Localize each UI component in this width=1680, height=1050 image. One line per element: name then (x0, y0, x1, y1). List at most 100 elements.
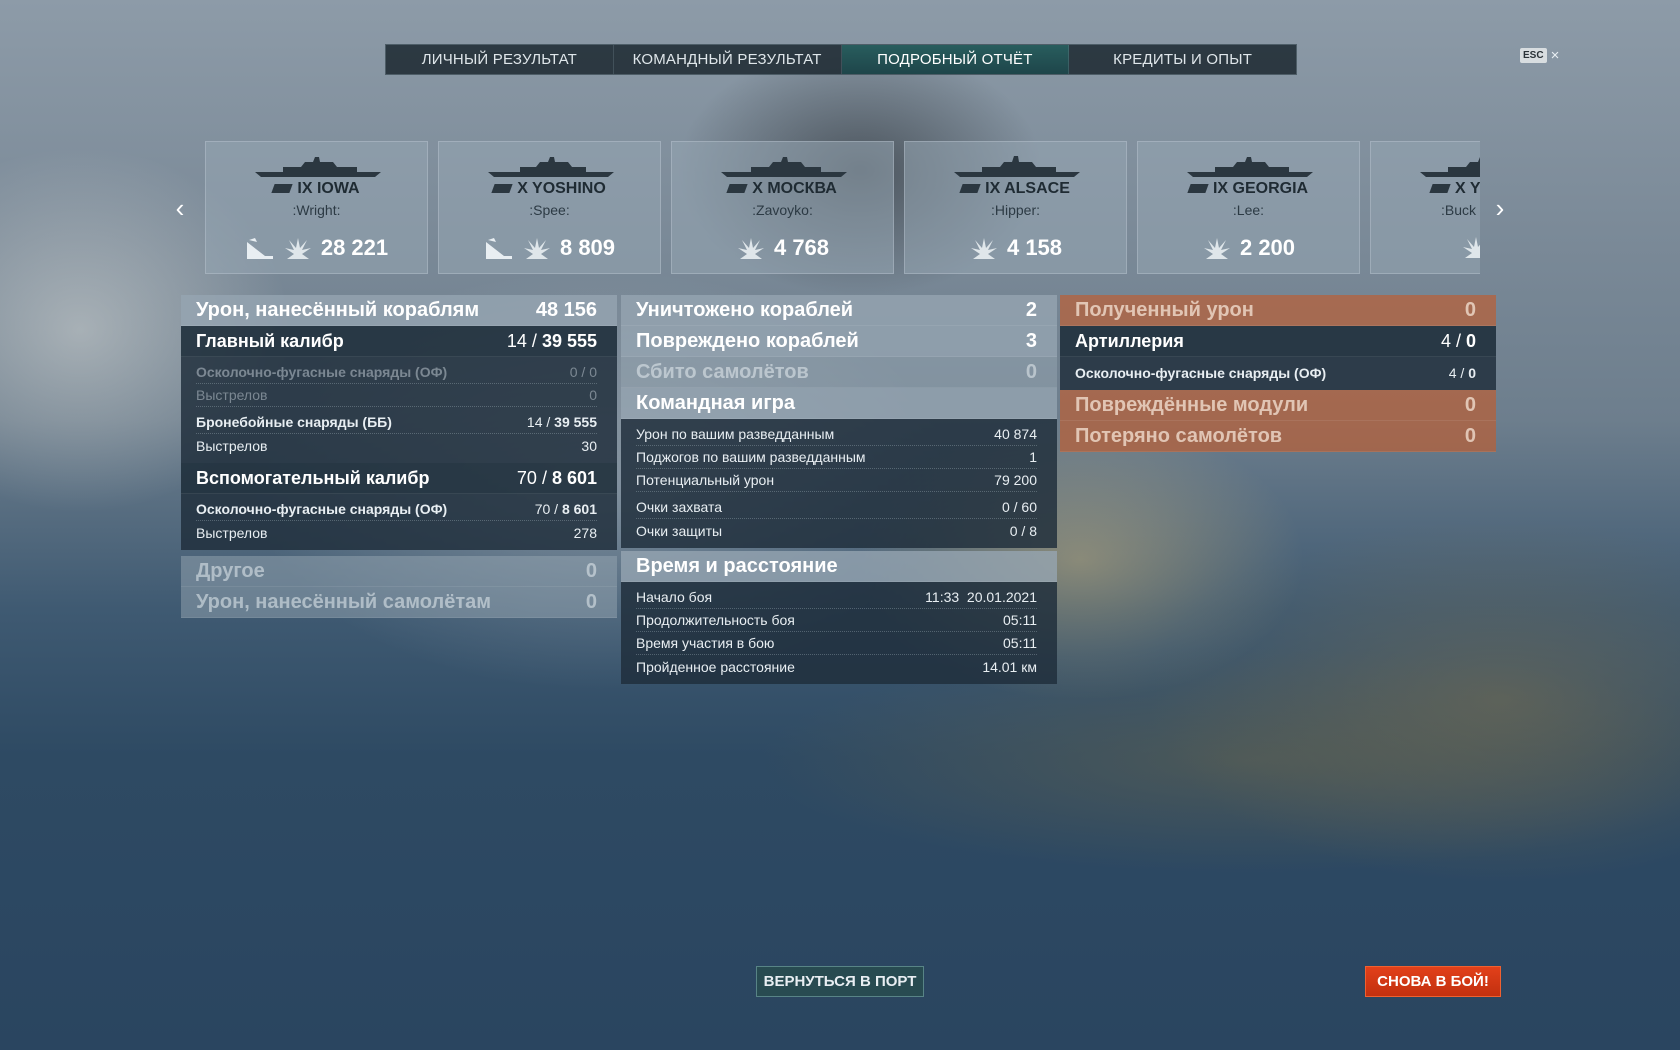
damage-icon (1463, 237, 1480, 258)
battleship-class-icon (959, 184, 981, 194)
secondary-battery-value: 70 / 8 601 (516, 467, 597, 488)
planes-shot-down-row: Сбито самолётов 0 (621, 357, 1057, 388)
ships-destroyed-row: Уничтожено кораблей 2 (621, 295, 1057, 326)
he-shots-row: Выстрелов 0 (196, 384, 597, 407)
damage-to-ships-value: 48 156 (535, 298, 597, 321)
close-button[interactable]: ESC × (1520, 47, 1559, 64)
ap-shots-row: Выстрелов 30 (196, 437, 597, 454)
secondary-battery-details: Осколочно-фугасные снаряды (ОФ) 70 / 8 60… (181, 494, 617, 550)
planes-lost-row: Потеряно самолётов 0 (1060, 421, 1496, 452)
ship-stats: 4 768 (672, 235, 893, 261)
chevron-left-icon: ‹ (175, 192, 185, 223)
battleship-class-icon (1187, 184, 1209, 194)
ship-card[interactable]: IX GEORGIA :Lee: 2 200 (1137, 141, 1360, 274)
ship-player-name: :Wright: (292, 202, 341, 218)
secondary-shots-row: Выстрелов 278 (196, 524, 597, 541)
ship-silhouette-icon (954, 156, 1080, 177)
main-battery-label: Главный калибр (196, 330, 344, 351)
damage-to-ships-label: Урон, нанесённый кораблям (196, 298, 480, 321)
damage-icon (523, 238, 550, 259)
main-battery-value: 14 / 39 555 (506, 330, 597, 351)
damage-icon (970, 238, 997, 259)
ship-damage-value: 4 158 (1006, 235, 1063, 260)
ship-player-name: :Zavoyko: (752, 202, 813, 218)
carousel-next-button[interactable]: › (1488, 193, 1512, 223)
secondary-battery-row: Вспомогательный калибр 70 / 8 601 (181, 463, 617, 494)
ship-silhouette-icon (1187, 157, 1313, 177)
result-tabs: ЛИЧНЫЙ РЕЗУЛЬТАТ КОМАНДНЫЙ РЕЗУЛЬТАТ ПОД… (385, 44, 1297, 75)
damage-dealt-panel: Урон, нанесённый кораблям 48 156 Главный… (181, 295, 617, 618)
ship-stats: 28 221 (206, 235, 427, 261)
damage-received-panel: Полученный урон 0 Артиллерия 4 / 0 Осколо… (1060, 295, 1496, 452)
he-shells-row: Осколочно-фугасные снаряды (ОФ) 0 / 0 (196, 361, 597, 384)
ship-name: X YOSHINO (439, 180, 660, 198)
ship-silhouette-icon (255, 157, 381, 177)
capture-points-row: Очки захвата 0 / 60 (636, 496, 1037, 519)
cruiser-class-icon (491, 184, 513, 194)
artillery-he-row: Осколочно-фугасные снаряды (ОФ) 4 / 0 (1075, 364, 1476, 381)
damage-to-planes-row: Урон, нанесённый самолётам 0 (181, 587, 617, 618)
ship-damage-value: 2 200 (1239, 235, 1296, 260)
ship-name: X Y (1371, 180, 1480, 198)
damage-icon (1203, 238, 1230, 259)
ship-player-name: :Hipper: (990, 202, 1041, 218)
battle-start-row: Начало боя 11:33 20.01.2021 (636, 586, 1037, 609)
tab-team-result[interactable]: КОМАНДНЫЙ РЕЗУЛЬТАТ (614, 45, 842, 74)
ship-name: IX GEORGIA (1138, 180, 1359, 198)
time-distance-details: Начало боя 11:33 20.01.2021 Продолжительн… (621, 582, 1057, 684)
participation-time-row: Время участия в бою 05:11 (636, 632, 1037, 655)
tab-credits-xp[interactable]: КРЕДИТЫ И ОПЫТ (1069, 45, 1296, 74)
ship-card[interactable]: IX IOWA :Wright: 28 221 (205, 141, 428, 274)
spotting-damage-row: Урон по вашим разведданным 40 874 (636, 423, 1037, 446)
ship-stats (1371, 235, 1480, 259)
ship-silhouette-icon (1420, 157, 1480, 177)
close-icon: × (1550, 47, 1560, 64)
artillery-row: Артиллерия 4 / 0 (1060, 326, 1496, 357)
ship-card[interactable]: X МОСКВА :Zavoyko: 4 768 (671, 141, 894, 274)
damaged-modules-row: Повреждённые модули 0 (1060, 390, 1496, 421)
esc-key-label: ESC (1520, 48, 1547, 63)
team-play-header: Командная игра (621, 388, 1057, 419)
damage-to-ships-row: Урон, нанесённый кораблям 48 156 (181, 295, 617, 326)
carousel-prev-button[interactable]: ‹ (168, 193, 192, 223)
main-battery-row: Главный калибр 14 / 39 555 (181, 326, 617, 357)
secondary-he-row: Осколочно-фугасные снаряды (ОФ) 70 / 8 60… (196, 498, 597, 521)
ap-shells-row: Бронебойные снаряды (ББ) 14 / 39 555 (196, 411, 597, 434)
other-damage-row: Другое 0 (181, 556, 617, 587)
battleship-class-icon (1429, 184, 1451, 194)
battle-again-button[interactable]: СНОВА В БОЙ! (1365, 966, 1501, 997)
spotting-fires-row: Поджогов по вашим разведданным 1 (636, 446, 1037, 469)
ship-player-name: :Buck (1441, 202, 1477, 218)
ship-player-name: :Lee: (1232, 202, 1265, 218)
artillery-details: Осколочно-фугасные снаряды (ОФ) 4 / 0 (1060, 357, 1496, 390)
chevron-right-icon: › (1495, 192, 1505, 223)
ship-stats: 4 158 (905, 235, 1126, 261)
ship-stats: 2 200 (1138, 235, 1359, 261)
ship-card[interactable]: IX ALSACE :Hipper: 4 158 (904, 141, 1127, 274)
ship-damage-value: 8 809 (559, 235, 616, 260)
ship-damage-value: 28 221 (320, 235, 389, 260)
ship-name: X МОСКВА (672, 180, 893, 198)
tab-personal-result[interactable]: ЛИЧНЫЙ РЕЗУЛЬТАТ (386, 45, 614, 74)
ship-sunk-icon (485, 238, 512, 259)
damage-icon (737, 238, 764, 259)
battle-duration-row: Продолжительность боя 05:11 (636, 609, 1037, 632)
return-to-port-button[interactable]: ВЕРНУТЬСЯ В ПОРТ (756, 966, 924, 997)
ship-carousel: IX IOWA :Wright: 28 221 X YOSHINO :Spee:… (205, 141, 1480, 274)
damage-received-row: Полученный урон 0 (1060, 295, 1496, 326)
ship-damage-value: 4 768 (773, 235, 830, 260)
ship-silhouette-icon (488, 157, 614, 177)
defense-points-row: Очки защиты 0 / 8 (636, 522, 1037, 539)
battleship-class-icon (271, 184, 294, 194)
team-play-details: Урон по вашим разведданным 40 874 Поджого… (621, 419, 1057, 548)
ship-card[interactable]: X Y :Buck (1370, 141, 1480, 274)
tab-detailed-report[interactable]: ПОДРОБНЫЙ ОТЧЁТ (841, 45, 1070, 74)
ship-name: IX IOWA (206, 180, 427, 198)
ship-name: IX ALSACE (905, 180, 1126, 198)
ship-player-name: :Spee: (529, 202, 570, 218)
ship-card[interactable]: X YOSHINO :Spee: 8 809 (438, 141, 661, 274)
battle-stats-panel: Уничтожено кораблей 2 Повреждено кораблей… (621, 295, 1057, 684)
main-battery-details: Осколочно-фугасные снаряды (ОФ) 0 / 0 Выс… (181, 357, 617, 463)
potential-damage-row: Потенциальный урон 79 200 (636, 469, 1037, 492)
distance-traveled-row: Пройденное расстояние 14.01 км (636, 658, 1037, 675)
